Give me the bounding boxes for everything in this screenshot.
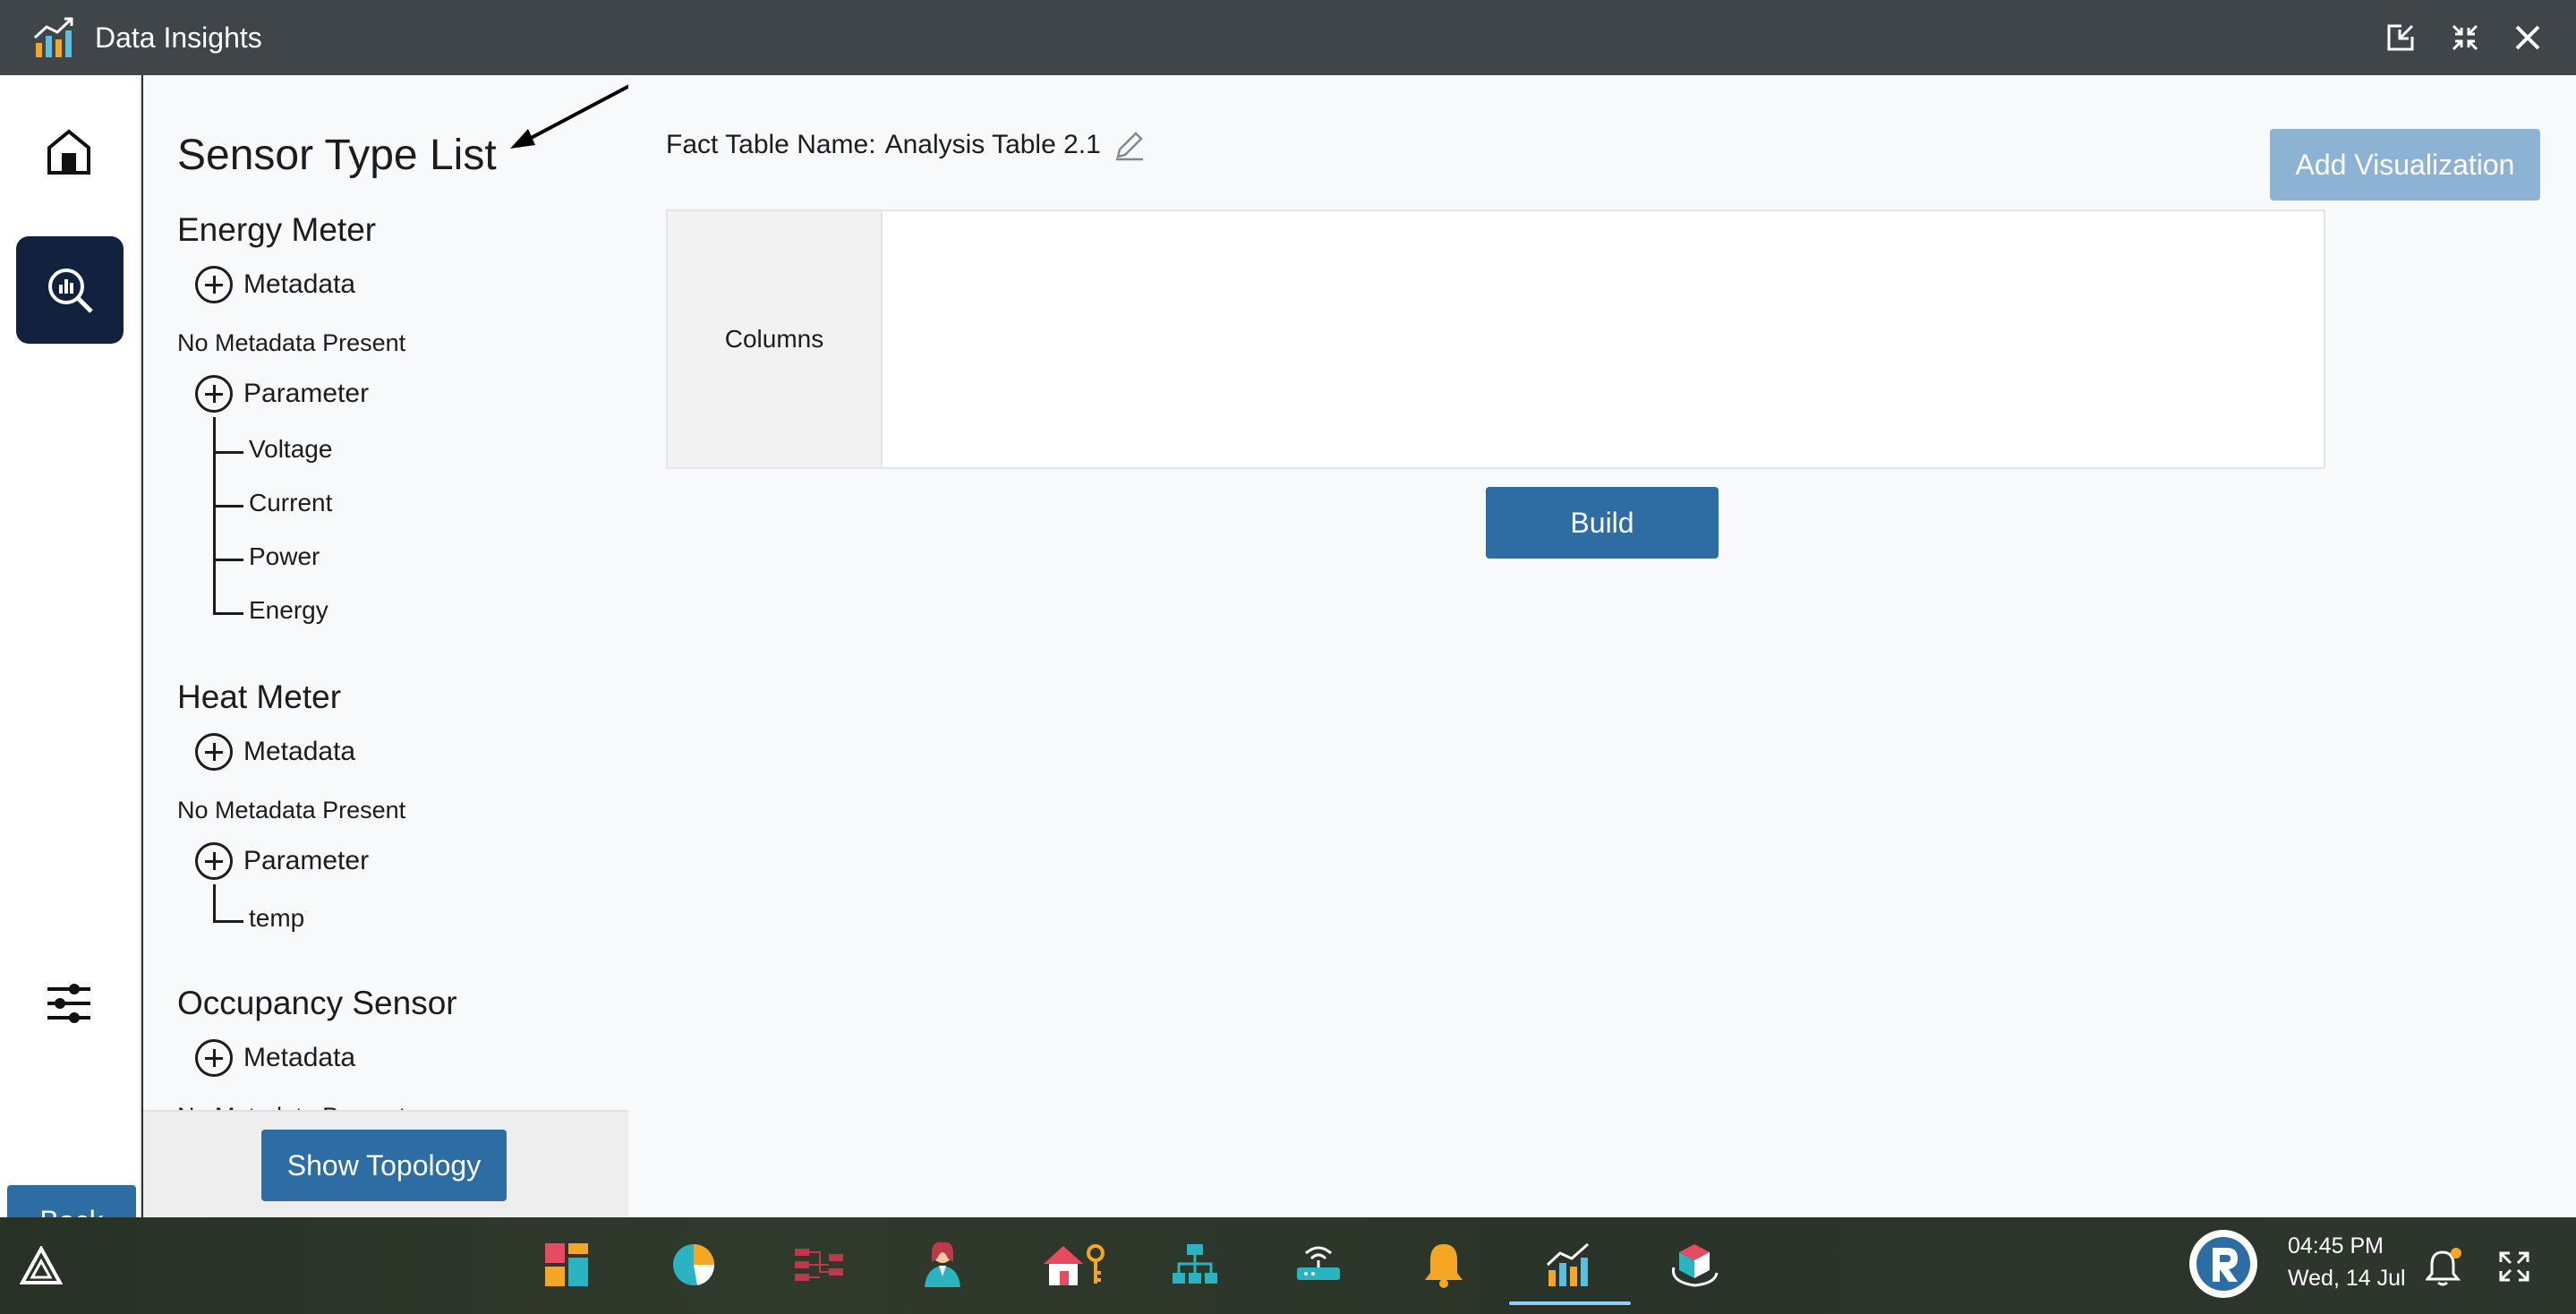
start-menu-icon[interactable] xyxy=(18,1242,64,1289)
fact-table-label: Fact Table Name: xyxy=(666,130,876,159)
sensor-panel-title: Sensor Type List xyxy=(177,132,497,179)
sensor-list-scroll[interactable]: Sensor Type List Energy Meter Metadata N… xyxy=(143,86,628,1112)
build-button[interactable]: Build xyxy=(1486,487,1719,559)
columns-label: Columns xyxy=(668,211,883,467)
active-app-indicator xyxy=(1509,1301,1631,1305)
metadata-label: Metadata xyxy=(243,1043,356,1072)
collapse-icon[interactable] xyxy=(2445,18,2485,57)
expand-plus-icon[interactable] xyxy=(195,266,233,303)
dashboard-app-icon[interactable] xyxy=(539,1237,594,1293)
nav-rail: Back xyxy=(0,75,141,1257)
user-app-icon[interactable] xyxy=(915,1237,970,1293)
parameter-label: Parameter xyxy=(243,846,370,875)
expand-plus-icon[interactable] xyxy=(195,842,233,880)
popout-icon[interactable] xyxy=(2381,18,2420,57)
fullscreen-icon[interactable] xyxy=(2492,1244,2537,1289)
notification-bell-icon[interactable] xyxy=(2422,1244,2467,1289)
gateway-app-icon[interactable] xyxy=(1291,1237,1346,1293)
fact-table-name: Analysis Table 2.1 xyxy=(884,130,1101,159)
home-access-app-icon[interactable] xyxy=(1038,1237,1110,1293)
tree-branch-line xyxy=(213,417,243,516)
metadata-label: Metadata xyxy=(243,269,356,299)
expand-plus-icon[interactable] xyxy=(195,375,233,413)
edit-pencil-icon[interactable] xyxy=(1110,125,1149,165)
tree-branch-line xyxy=(213,451,243,454)
metadata-label: Metadata xyxy=(243,737,356,766)
cube-app-icon[interactable] xyxy=(1667,1237,1722,1293)
parameter-item[interactable]: temp xyxy=(249,904,304,933)
topology-app-icon[interactable] xyxy=(1167,1237,1223,1293)
main-content: Fact Table Name: Analysis Table 2.1 Add … xyxy=(628,75,2576,1217)
data-insights-app-icon[interactable] xyxy=(1541,1237,1597,1293)
expand-plus-icon[interactable] xyxy=(195,733,233,771)
occupancy-sensor-metadata-node[interactable]: Metadata xyxy=(195,1037,355,1079)
parameter-item[interactable]: Power xyxy=(249,542,320,571)
add-visualization-button[interactable]: Add Visualization xyxy=(2270,129,2540,201)
parameter-item[interactable]: Energy xyxy=(249,596,328,625)
taskbar-date: Wed, 14 Jul xyxy=(2288,1266,2406,1291)
filter-settings-icon[interactable] xyxy=(39,974,98,1033)
energy-meter-metadata-node[interactable]: Metadata xyxy=(195,263,355,306)
energy-meter-parameter-node[interactable]: Parameter xyxy=(195,372,369,415)
flow-app-icon[interactable] xyxy=(791,1237,847,1293)
parameter-item[interactable]: Current xyxy=(249,489,332,517)
taskbar-time: 04:45 PM xyxy=(2288,1233,2384,1259)
no-metadata-text: No Metadata Present xyxy=(177,797,406,823)
sensor-panel-footer: Show Topology xyxy=(143,1110,628,1217)
close-icon[interactable] xyxy=(2508,18,2547,57)
window-titlebar: Data Insights xyxy=(0,0,2576,75)
home-icon[interactable] xyxy=(39,122,98,181)
tree-branch-line xyxy=(213,505,243,508)
parameter-label: Parameter xyxy=(243,379,370,408)
tree-branch-line xyxy=(213,516,243,614)
sensor-group-heat-meter: Heat Meter xyxy=(177,678,342,715)
tree-branch-line xyxy=(213,612,243,615)
columns-table: Columns xyxy=(666,209,2325,469)
tree-branch-line xyxy=(213,884,243,922)
fact-table-name-row: Fact Table Name: Analysis Table 2.1 xyxy=(666,125,1149,165)
user-avatar[interactable] xyxy=(2189,1230,2257,1298)
show-topology-button[interactable]: Show Topology xyxy=(261,1130,507,1201)
taskbar: 04:45 PM Wed, 14 Jul xyxy=(0,1217,2576,1314)
heat-meter-metadata-node[interactable]: Metadata xyxy=(195,730,355,773)
parameter-item[interactable]: Voltage xyxy=(249,435,332,464)
data-insights-logo-icon xyxy=(32,16,77,59)
sensor-group-occupancy-sensor: Occupancy Sensor xyxy=(177,985,457,1021)
heat-meter-parameter-node[interactable]: Parameter xyxy=(195,840,369,883)
data-insights-nav-icon[interactable] xyxy=(16,236,124,344)
expand-plus-icon[interactable] xyxy=(195,1039,233,1077)
tree-branch-line xyxy=(213,920,243,923)
analytics-pie-app-icon[interactable] xyxy=(666,1237,721,1293)
no-metadata-text: No Metadata Present xyxy=(177,329,406,356)
sensor-type-panel: Sensor Type List Energy Meter Metadata N… xyxy=(143,75,628,1217)
sensor-group-energy-meter: Energy Meter xyxy=(177,211,377,248)
alerts-app-icon[interactable] xyxy=(1416,1237,1471,1293)
window-title: Data Insights xyxy=(95,21,262,54)
